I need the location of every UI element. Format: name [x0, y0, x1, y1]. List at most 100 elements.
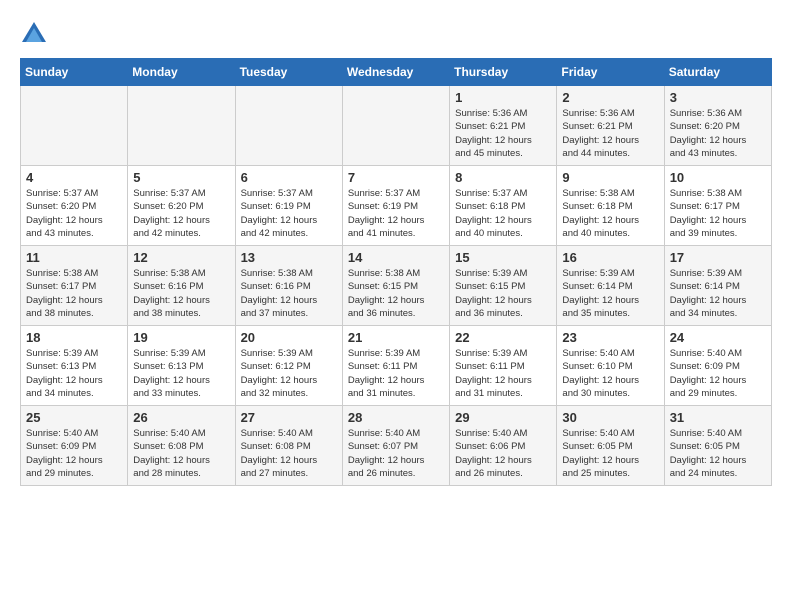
calendar-table: SundayMondayTuesdayWednesdayThursdayFrid… [20, 58, 772, 486]
day-info: Sunrise: 5:40 AM Sunset: 6:09 PM Dayligh… [26, 427, 122, 480]
day-number: 2 [562, 90, 658, 105]
calendar-cell [342, 86, 449, 166]
day-info: Sunrise: 5:38 AM Sunset: 6:16 PM Dayligh… [241, 267, 337, 320]
calendar-cell [21, 86, 128, 166]
day-number: 20 [241, 330, 337, 345]
day-info: Sunrise: 5:37 AM Sunset: 6:19 PM Dayligh… [241, 187, 337, 240]
day-number: 29 [455, 410, 551, 425]
calendar-cell [235, 86, 342, 166]
day-info: Sunrise: 5:40 AM Sunset: 6:07 PM Dayligh… [348, 427, 444, 480]
day-number: 8 [455, 170, 551, 185]
calendar-cell: 27Sunrise: 5:40 AM Sunset: 6:08 PM Dayli… [235, 406, 342, 486]
day-info: Sunrise: 5:40 AM Sunset: 6:05 PM Dayligh… [562, 427, 658, 480]
day-number: 26 [133, 410, 229, 425]
calendar-cell [128, 86, 235, 166]
calendar-cell: 11 Sunrise: 5:38 AM Sunset: 6:17 PM Dayli… [21, 246, 128, 326]
calendar-cell: 5 Sunrise: 5:37 AM Sunset: 6:20 PM Daylig… [128, 166, 235, 246]
calendar-cell: 25 Sunrise: 5:40 AM Sunset: 6:09 PM Dayli… [21, 406, 128, 486]
day-number: 1 [455, 90, 551, 105]
calendar-cell: 14 Sunrise: 5:38 AM Sunset: 6:15 PM Dayli… [342, 246, 449, 326]
header-thursday: Thursday [450, 59, 557, 86]
calendar-cell: 24 Sunrise: 5:40 AM Sunset: 6:09 PM Dayli… [664, 326, 771, 406]
calendar-cell: 22 Sunrise: 5:39 AM Sunset: 6:11 PM Dayli… [450, 326, 557, 406]
day-info: Sunrise: 5:40 AM Sunset: 6:09 PM Dayligh… [670, 347, 766, 400]
day-number: 10 [670, 170, 766, 185]
day-info: Sunrise: 5:39 AM Sunset: 6:13 PM Dayligh… [133, 347, 229, 400]
calendar-week-row: 1 Sunrise: 5:36 AM Sunset: 6:21 PM Daylig… [21, 86, 772, 166]
day-number: 23 [562, 330, 658, 345]
calendar-cell: 4Sunrise: 5:37 AM Sunset: 6:20 PM Daylig… [21, 166, 128, 246]
calendar-week-row: 4Sunrise: 5:37 AM Sunset: 6:20 PM Daylig… [21, 166, 772, 246]
day-info: Sunrise: 5:37 AM Sunset: 6:20 PM Dayligh… [26, 187, 122, 240]
day-info: Sunrise: 5:38 AM Sunset: 6:15 PM Dayligh… [348, 267, 444, 320]
day-number: 21 [348, 330, 444, 345]
day-number: 18 [26, 330, 122, 345]
calendar-cell: 18 Sunrise: 5:39 AM Sunset: 6:13 PM Dayli… [21, 326, 128, 406]
day-number: 5 [133, 170, 229, 185]
calendar-cell: 15Sunrise: 5:39 AM Sunset: 6:15 PM Dayli… [450, 246, 557, 326]
day-number: 22 [455, 330, 551, 345]
header-monday: Monday [128, 59, 235, 86]
calendar-cell: 28 Sunrise: 5:40 AM Sunset: 6:07 PM Dayli… [342, 406, 449, 486]
header-friday: Friday [557, 59, 664, 86]
day-number: 12 [133, 250, 229, 265]
calendar-cell: 19 Sunrise: 5:39 AM Sunset: 6:13 PM Dayli… [128, 326, 235, 406]
logo [20, 20, 52, 48]
calendar-cell: 10 Sunrise: 5:38 AM Sunset: 6:17 PM Dayli… [664, 166, 771, 246]
day-number: 25 [26, 410, 122, 425]
day-number: 27 [241, 410, 337, 425]
calendar-cell: 30 Sunrise: 5:40 AM Sunset: 6:05 PM Dayli… [557, 406, 664, 486]
calendar-cell: 7 Sunrise: 5:37 AM Sunset: 6:19 PM Daylig… [342, 166, 449, 246]
calendar-cell: 6 Sunrise: 5:37 AM Sunset: 6:19 PM Daylig… [235, 166, 342, 246]
calendar-cell: 12Sunrise: 5:38 AM Sunset: 6:16 PM Dayli… [128, 246, 235, 326]
day-number: 17 [670, 250, 766, 265]
day-info: Sunrise: 5:36 AM Sunset: 6:21 PM Dayligh… [455, 107, 551, 160]
day-info: Sunrise: 5:39 AM Sunset: 6:11 PM Dayligh… [455, 347, 551, 400]
day-info: Sunrise: 5:37 AM Sunset: 6:18 PM Dayligh… [455, 187, 551, 240]
calendar-cell: 16 Sunrise: 5:39 AM Sunset: 6:14 PM Dayli… [557, 246, 664, 326]
day-info: Sunrise: 5:36 AM Sunset: 6:20 PM Dayligh… [670, 107, 766, 160]
calendar-week-row: 25 Sunrise: 5:40 AM Sunset: 6:09 PM Dayli… [21, 406, 772, 486]
day-number: 30 [562, 410, 658, 425]
calendar-cell: 3 Sunrise: 5:36 AM Sunset: 6:20 PM Daylig… [664, 86, 771, 166]
day-info: Sunrise: 5:39 AM Sunset: 6:13 PM Dayligh… [26, 347, 122, 400]
day-info: Sunrise: 5:38 AM Sunset: 6:18 PM Dayligh… [562, 187, 658, 240]
day-info: Sunrise: 5:37 AM Sunset: 6:19 PM Dayligh… [348, 187, 444, 240]
day-info: Sunrise: 5:38 AM Sunset: 6:17 PM Dayligh… [670, 187, 766, 240]
day-number: 14 [348, 250, 444, 265]
day-info: Sunrise: 5:39 AM Sunset: 6:15 PM Dayligh… [455, 267, 551, 320]
day-number: 3 [670, 90, 766, 105]
day-number: 16 [562, 250, 658, 265]
day-number: 9 [562, 170, 658, 185]
day-number: 13 [241, 250, 337, 265]
header-saturday: Saturday [664, 59, 771, 86]
day-info: Sunrise: 5:40 AM Sunset: 6:10 PM Dayligh… [562, 347, 658, 400]
day-number: 24 [670, 330, 766, 345]
logo-icon [20, 20, 48, 48]
day-number: 11 [26, 250, 122, 265]
day-number: 7 [348, 170, 444, 185]
day-info: Sunrise: 5:39 AM Sunset: 6:11 PM Dayligh… [348, 347, 444, 400]
day-info: Sunrise: 5:39 AM Sunset: 6:14 PM Dayligh… [562, 267, 658, 320]
calendar-cell: 1 Sunrise: 5:36 AM Sunset: 6:21 PM Daylig… [450, 86, 557, 166]
page-header [20, 20, 772, 48]
day-number: 19 [133, 330, 229, 345]
calendar-cell: 26 Sunrise: 5:40 AM Sunset: 6:08 PM Dayli… [128, 406, 235, 486]
day-info: Sunrise: 5:39 AM Sunset: 6:14 PM Dayligh… [670, 267, 766, 320]
day-number: 28 [348, 410, 444, 425]
day-number: 6 [241, 170, 337, 185]
calendar-cell: 20Sunrise: 5:39 AM Sunset: 6:12 PM Dayli… [235, 326, 342, 406]
day-info: Sunrise: 5:38 AM Sunset: 6:17 PM Dayligh… [26, 267, 122, 320]
day-info: Sunrise: 5:36 AM Sunset: 6:21 PM Dayligh… [562, 107, 658, 160]
day-info: Sunrise: 5:37 AM Sunset: 6:20 PM Dayligh… [133, 187, 229, 240]
day-info: Sunrise: 5:40 AM Sunset: 6:08 PM Dayligh… [133, 427, 229, 480]
calendar-cell: 17 Sunrise: 5:39 AM Sunset: 6:14 PM Dayli… [664, 246, 771, 326]
header-sunday: Sunday [21, 59, 128, 86]
calendar-cell: 2 Sunrise: 5:36 AM Sunset: 6:21 PM Daylig… [557, 86, 664, 166]
header-tuesday: Tuesday [235, 59, 342, 86]
day-number: 31 [670, 410, 766, 425]
calendar-cell: 8 Sunrise: 5:37 AM Sunset: 6:18 PM Daylig… [450, 166, 557, 246]
day-info: Sunrise: 5:40 AM Sunset: 6:06 PM Dayligh… [455, 427, 551, 480]
calendar-cell: 13 Sunrise: 5:38 AM Sunset: 6:16 PM Dayli… [235, 246, 342, 326]
calendar-cell: 23 Sunrise: 5:40 AM Sunset: 6:10 PM Dayli… [557, 326, 664, 406]
